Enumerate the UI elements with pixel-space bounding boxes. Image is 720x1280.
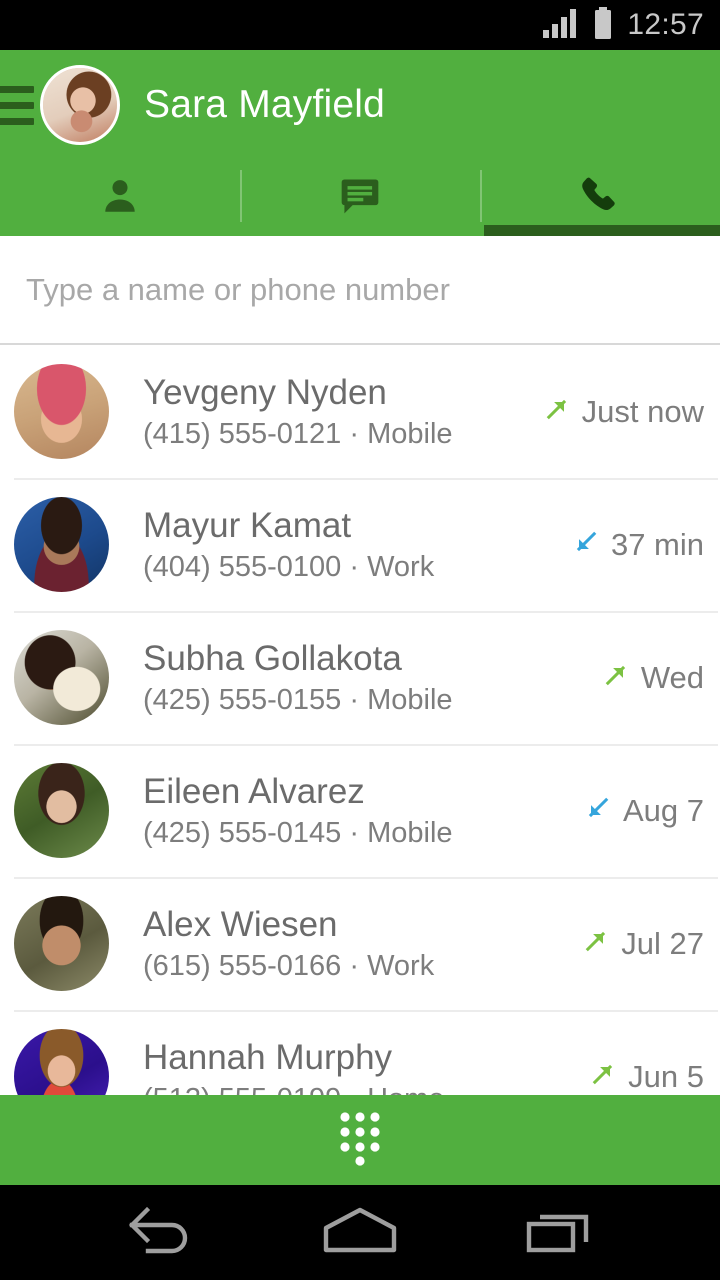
call-meta: Wed (602, 660, 704, 696)
call-meta: Just now (543, 394, 704, 430)
call-meta: Jun 5 (589, 1059, 704, 1095)
signal-bars-icon (543, 8, 579, 43)
avatar[interactable] (40, 65, 120, 145)
call-time: Jun 5 (628, 1058, 704, 1094)
app-bar-header: Sara Mayfield (0, 50, 720, 160)
incoming-call-arrow-icon (584, 794, 612, 827)
home-icon (320, 1204, 400, 1261)
call-log-row[interactable]: Subha Gollakota (425) 555-0155 · Mobile … (0, 611, 720, 744)
call-log-row[interactable]: Yevgeny Nyden (415) 555-0121 · Mobile Ju… (0, 345, 720, 478)
contact-number: (415) 555-0121 · Mobile (143, 417, 453, 450)
contact-number: (404) 555-0100 · Work (143, 550, 435, 583)
call-time: Jul 27 (621, 925, 704, 961)
contact-name: Mayur Kamat (143, 506, 352, 546)
contact-number: (425) 555-0145 · Mobile (143, 816, 453, 849)
tab-bar (0, 160, 720, 236)
call-row-text: Mayur Kamat (404) 555-0100 · Work (143, 505, 572, 584)
contact-name: Hannah Murphy (143, 1038, 393, 1078)
contact-number: (425) 555-0155 · Mobile (143, 683, 453, 716)
app-bar: Sara Mayfield (0, 50, 720, 236)
page-title: Sara Mayfield (144, 83, 386, 126)
home-button[interactable] (295, 1185, 425, 1280)
call-time: Aug 7 (622, 792, 704, 828)
active-tab-indicator (484, 225, 720, 236)
outgoing-call-arrow-icon (582, 927, 610, 960)
call-time: Just now (581, 393, 704, 429)
contact-avatar (14, 896, 109, 991)
search-bar[interactable] (0, 236, 720, 345)
outgoing-call-arrow-icon (602, 661, 630, 694)
recents-icon (524, 1204, 596, 1261)
call-row-text: Subha Gollakota (425) 555-0155 · Mobile (143, 638, 602, 717)
call-log-row[interactable]: Mayur Kamat (404) 555-0100 · Work 37 min (0, 478, 720, 611)
contact-name: Subha Gollakota (143, 639, 402, 679)
incoming-call-arrow-icon (572, 528, 600, 561)
call-log-row[interactable]: Alex Wiesen (615) 555-0166 · Work Jul 27 (0, 877, 720, 1010)
contact-avatar (14, 763, 109, 858)
recents-button[interactable] (495, 1185, 625, 1280)
call-row-text: Alex Wiesen (615) 555-0166 · Work (143, 904, 582, 983)
tab-contacts[interactable] (0, 160, 240, 236)
person-icon (99, 174, 141, 223)
call-meta: Jul 27 (582, 926, 704, 962)
status-bar: 12:57 (0, 0, 720, 50)
contact-name: Eileen Alvarez (143, 772, 365, 812)
call-log-row[interactable]: Eileen Alvarez (425) 555-0145 · Mobile A… (0, 744, 720, 877)
call-row-text: Yevgeny Nyden (415) 555-0121 · Mobile (143, 372, 543, 451)
call-time: Wed (640, 659, 704, 695)
contact-name: Yevgeny Nyden (143, 373, 387, 413)
outgoing-call-arrow-icon (589, 1060, 617, 1093)
dialpad-icon[interactable] (337, 1109, 383, 1172)
back-button[interactable] (95, 1185, 225, 1280)
contact-avatar (14, 364, 109, 459)
tab-messages[interactable] (240, 160, 480, 236)
battery-icon (593, 6, 613, 44)
back-arrow-icon (124, 1203, 196, 1262)
call-meta: 37 min (572, 527, 704, 563)
android-nav-bar (0, 1185, 720, 1280)
dialpad-bar[interactable] (0, 1095, 720, 1185)
hamburger-menu-icon[interactable] (0, 85, 34, 125)
message-bubble-icon (338, 174, 382, 223)
contact-avatar (14, 497, 109, 592)
phone-handset-icon (578, 174, 622, 223)
status-bar-clock: 12:57 (627, 8, 704, 41)
contact-name: Alex Wiesen (143, 905, 338, 945)
call-time: 37 min (610, 526, 704, 562)
call-row-text: Eileen Alvarez (425) 555-0145 · Mobile (143, 771, 584, 850)
contact-number: (615) 555-0166 · Work (143, 949, 435, 982)
search-input[interactable] (26, 271, 720, 308)
contact-avatar (14, 630, 109, 725)
outgoing-call-arrow-icon (543, 395, 571, 428)
call-meta: Aug 7 (584, 793, 704, 829)
